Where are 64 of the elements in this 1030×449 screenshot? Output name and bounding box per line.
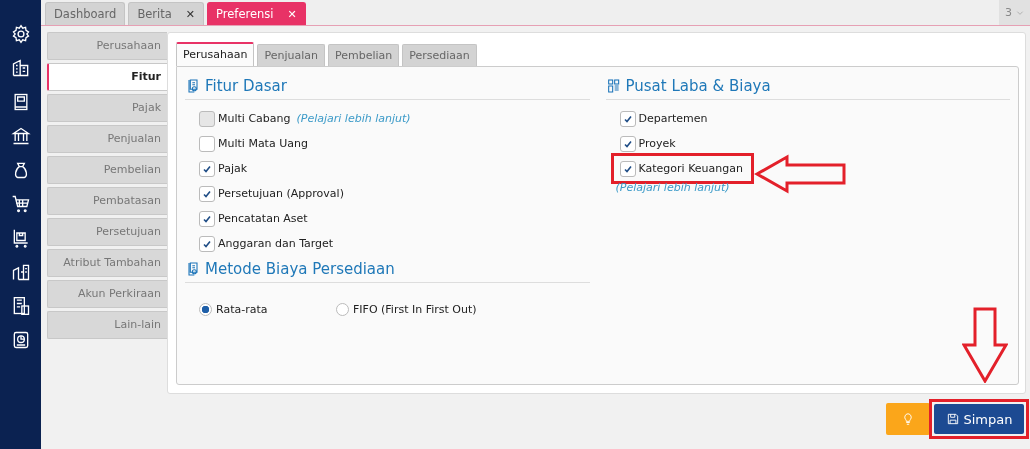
hint-button[interactable] [886,403,930,435]
save-button[interactable]: Simpan [934,404,1024,434]
radio-button[interactable] [199,303,212,316]
settings-menu-item[interactable]: Lain-lain [47,311,167,339]
radio-label: Rata-rata [216,303,268,316]
settings-menu-item[interactable]: Perusahaan [47,32,167,60]
tab[interactable]: Persediaan [402,44,477,66]
learn-more-link[interactable]: (Pelajari lebih lanjut) [615,181,730,197]
settings-menu-item[interactable]: Pembelian [47,156,167,184]
lightbulb-icon [901,412,915,426]
checkmark-icon [622,113,633,124]
checkbox-label: Persetujuan (Approval) [218,187,344,200]
checkbox[interactable] [619,110,636,127]
settings-menu-item[interactable]: Persetujuan [47,218,167,246]
checkbox-label: Departemen [638,112,708,125]
settings-menu-item[interactable]: Pajak [47,94,167,122]
checkbox-label: Multi Cabang [218,112,291,125]
cart-icon [10,194,31,214]
gear-icon [10,24,31,44]
tab[interactable]: Perusahaan [176,42,255,66]
chevron-down-icon [1016,8,1024,17]
document-tab[interactable]: Preferensi ✕ [207,2,306,25]
checkmark-icon [202,188,212,199]
checkbox-label: Proyek [638,137,676,150]
checkbox[interactable] [619,135,636,152]
checkbox-label: Pajak [218,162,248,175]
radio-label: FIFO (First In First Out) [353,303,477,316]
grid-icon [605,78,622,94]
checkbox[interactable] [619,160,636,177]
checkbox-label: Anggaran dan Target [218,237,334,250]
warehouse-icon [10,262,31,282]
building-icon [10,58,31,78]
section-title: Fitur Dasar [205,77,287,95]
document-tab[interactable]: Berita ✕ [128,2,205,25]
checkmark-icon [202,163,212,174]
document-icon [185,78,201,94]
checkbox[interactable] [199,210,215,227]
settings-menu-item[interactable]: Penjualan [47,125,167,153]
settings-menu-item[interactable]: Atribut Tambahan [47,249,167,277]
section-title: Pusat Laba & Biaya [625,77,771,95]
radio-button[interactable] [336,303,349,316]
settings-menu-item[interactable]: Pembatasan [47,187,167,215]
close-icon[interactable]: ✕ [185,7,196,21]
checkmark-icon [202,213,212,224]
settings-menu-item[interactable]: Fitur [47,63,167,91]
checkmark-icon [622,163,633,174]
tab-count-dropdown[interactable]: 3 [999,0,1030,25]
checkbox-label: Kategori Keuangan [638,162,743,175]
checkmark-icon [202,238,212,249]
checkmark-icon [622,138,633,149]
checkbox[interactable] [199,135,215,152]
document-tab[interactable]: Dashboard [45,2,126,25]
checkbox[interactable] [199,160,215,177]
bank-icon [10,126,31,146]
close-icon[interactable]: ✕ [287,7,297,21]
checkbox[interactable] [199,235,215,252]
checkbox-label: Pencatatan Aset [218,212,308,225]
checkbox-label: Multi Mata Uang [218,137,308,150]
tab[interactable]: Penjualan [257,44,325,66]
tab[interactable]: Pembelian [327,44,400,66]
document-icon [185,261,201,277]
settings-menu-item[interactable]: Akun Perkiraan [47,280,167,308]
checkbox[interactable] [199,185,215,202]
section-title: Metode Biaya Persediaan [205,260,395,278]
